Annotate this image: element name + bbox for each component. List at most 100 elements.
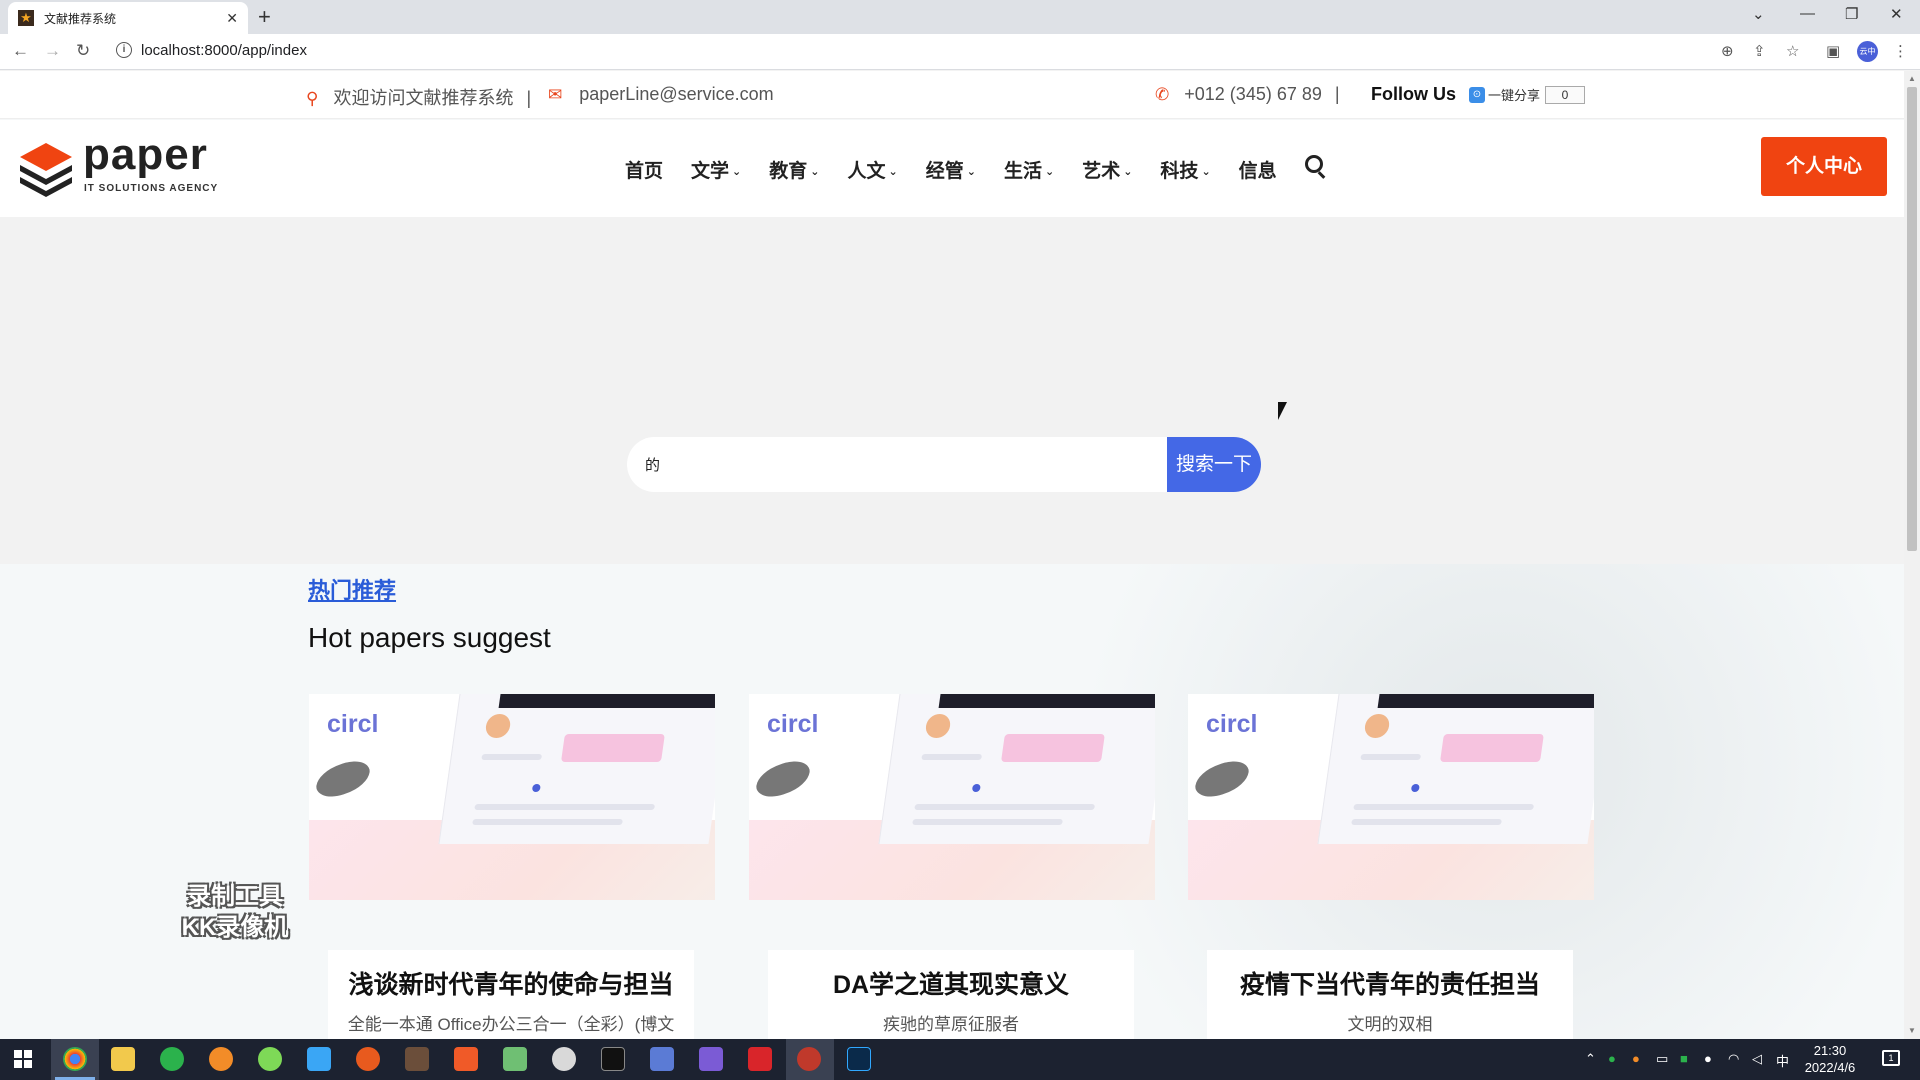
reload-icon[interactable]: ↻ <box>76 41 90 61</box>
tray-chevron-icon[interactable]: ⌃ <box>1585 1051 1596 1067</box>
nav-item-label: 信息 <box>1238 161 1277 182</box>
dashboard-mockup-image <box>438 694 715 844</box>
zoom-icon[interactable]: ⊕ <box>1721 42 1734 60</box>
mountain-app-taskbar-icon[interactable] <box>650 1047 674 1071</box>
notification-center-icon[interactable]: 1 <box>1882 1050 1900 1066</box>
red-app-taskbar-icon[interactable] <box>454 1047 478 1071</box>
page-scrollbar[interactable]: ▲ ▼ <box>1904 71 1920 1039</box>
search-icon[interactable] <box>1305 155 1323 173</box>
green-app-taskbar-icon[interactable] <box>258 1047 282 1071</box>
nav-item-management[interactable]: 经管 ⌄ <box>926 156 976 183</box>
thumbnail-brand: circl <box>327 710 379 738</box>
card-thumbnail[interactable]: circl <box>309 694 715 900</box>
wechat-taskbar-icon[interactable] <box>160 1047 184 1071</box>
chat-app-taskbar-icon[interactable] <box>552 1047 576 1071</box>
top-info-bar: ⚲ 欢迎访问文献推荐系统 | ✉ paperLine@service.com ✆… <box>0 71 1904 119</box>
tab-close-icon[interactable]: ✕ <box>226 10 238 27</box>
scroll-up-icon[interactable]: ▲ <box>1908 74 1916 83</box>
tray-search-icon[interactable]: ● <box>1632 1051 1640 1066</box>
orange-app-taskbar-icon[interactable] <box>356 1047 380 1071</box>
mockup-line <box>481 754 543 760</box>
search-input[interactable] <box>627 437 1167 492</box>
card-thumbnail[interactable]: circl <box>749 694 1155 900</box>
card-title[interactable]: 浅谈新时代青年的使命与担当 <box>346 968 676 1002</box>
nav-item-technology[interactable]: 科技 ⌄ <box>1160 156 1210 183</box>
restore-icon[interactable]: ❐ <box>1845 5 1858 23</box>
nav-item-humanities[interactable]: 人文 ⌄ <box>847 156 897 183</box>
share-widget[interactable]: ⊙ 一键分享 0 <box>1469 85 1586 104</box>
nav-item-label: 艺术 <box>1082 161 1121 182</box>
terminal-taskbar-icon[interactable] <box>601 1047 625 1071</box>
nav-item-art[interactable]: 艺术 ⌄ <box>1082 156 1132 183</box>
mockup-avatar <box>1363 714 1391 738</box>
nav-item-education[interactable]: 教育 ⌄ <box>769 156 819 183</box>
tray-volume-icon[interactable]: ◁ <box>1752 1051 1762 1067</box>
tray-green-icon[interactable]: ■ <box>1680 1051 1688 1066</box>
email-text[interactable]: paperLine@service.com <box>579 84 773 104</box>
tab-search-chevron-icon[interactable]: ⌄ <box>1752 5 1765 23</box>
back-icon[interactable]: ← <box>12 41 29 61</box>
chrome-taskbar-icon[interactable] <box>63 1047 87 1071</box>
logo-text[interactable]: paper <box>83 130 208 180</box>
mockup-line <box>474 804 656 810</box>
nav-item-literature[interactable]: 文学 ⌄ <box>691 156 741 183</box>
card-body[interactable]: DA学之道其现实意义 疾驰的草原征服者 <box>768 950 1134 1039</box>
card-title[interactable]: DA学之道其现实意义 <box>786 968 1116 1002</box>
share-page-icon[interactable]: ⇪ <box>1753 42 1766 60</box>
browser-menu-icon[interactable]: ⋮ <box>1893 42 1908 60</box>
minimize-icon[interactable]: — <box>1800 5 1815 22</box>
search-app-taskbar-icon[interactable] <box>209 1047 233 1071</box>
thumbnail-brand: circl <box>1206 710 1258 738</box>
phone-text: +012 (345) 67 89 <box>1184 84 1322 104</box>
tray-ime-indicator[interactable]: 中 <box>1776 1051 1789 1070</box>
url-field[interactable]: localhost:8000/app/index <box>141 42 307 59</box>
side-panel-icon[interactable]: ▣ <box>1826 42 1840 60</box>
card-subtitle: 文明的双相 <box>1347 1015 1433 1034</box>
windows-taskbar: ⌃ ● ● ▭ ■ ● ◠ ◁ 中 21:30 2022/4/6 1 <box>0 1039 1920 1080</box>
hot-recommend-link[interactable]: 热门推荐 <box>308 573 396 605</box>
recorder-taskbar-icon[interactable] <box>797 1047 821 1071</box>
tab-title: 文献推荐系统 <box>44 11 117 26</box>
photoshop-taskbar-icon[interactable] <box>847 1047 871 1071</box>
card-title[interactable]: 疫情下当代青年的责任担当 <box>1225 968 1555 1002</box>
notepad-taskbar-icon[interactable] <box>503 1047 527 1071</box>
mockup-line <box>1351 819 1502 825</box>
chevron-down-icon: ⌄ <box>732 166 742 178</box>
browser-tab[interactable]: ★ 文献推荐系统 ✕ <box>8 2 248 34</box>
wps-taskbar-icon[interactable] <box>748 1047 772 1071</box>
logo-tagline: IT SOLUTIONS AGENCY <box>84 183 219 194</box>
nav-item-life[interactable]: 生活 ⌄ <box>1004 156 1054 183</box>
game-app-taskbar-icon[interactable] <box>405 1047 429 1071</box>
personal-center-button[interactable]: 个人中心 <box>1761 137 1887 196</box>
tray-qq-icon[interactable]: ● <box>1704 1051 1712 1066</box>
nav-item-information[interactable]: 信息 <box>1239 156 1277 183</box>
tray-network-icon[interactable]: ◠ <box>1728 1051 1739 1067</box>
bookmark-star-icon[interactable]: ☆ <box>1786 42 1799 60</box>
mockup-bar <box>498 694 715 708</box>
editor-taskbar-icon[interactable] <box>699 1047 723 1071</box>
taskbar-clock[interactable]: 21:30 2022/4/6 <box>1795 1042 1865 1076</box>
file-explorer-taskbar-icon[interactable] <box>111 1047 135 1071</box>
site-info-icon[interactable]: i <box>116 42 132 58</box>
profile-avatar[interactable]: 云中 <box>1857 41 1878 62</box>
forward-icon[interactable]: → <box>44 41 61 61</box>
nav-item-home[interactable]: 首页 <box>625 156 663 183</box>
new-tab-icon[interactable]: + <box>258 5 271 29</box>
chevron-down-icon: ⌄ <box>1044 166 1055 178</box>
windows-start-icon[interactable] <box>14 1050 32 1068</box>
mockup-banner <box>1439 734 1544 762</box>
close-window-icon[interactable]: ✕ <box>1890 5 1903 23</box>
mockup-line <box>1360 754 1422 760</box>
tray-wechat-icon[interactable]: ● <box>1608 1051 1616 1066</box>
card-body[interactable]: 疫情下当代青年的责任担当 文明的双相 <box>1207 950 1573 1039</box>
search-button[interactable]: 搜索一下 <box>1167 437 1261 492</box>
card-body[interactable]: 浅谈新时代青年的使命与担当 全能一本通 Office办公三合一（全彩）(博文视点… <box>328 950 694 1039</box>
card-thumbnail[interactable]: circl <box>1188 694 1594 900</box>
scroll-down-icon[interactable]: ▼ <box>1908 1026 1916 1035</box>
mockup-line <box>1353 804 1535 810</box>
paper-logo-icon[interactable] <box>16 139 76 199</box>
cloud-app-taskbar-icon[interactable] <box>307 1047 331 1071</box>
tray-device-icon[interactable]: ▭ <box>1656 1051 1668 1067</box>
scroll-thumb[interactable] <box>1907 87 1917 551</box>
mockup-line <box>472 819 623 825</box>
